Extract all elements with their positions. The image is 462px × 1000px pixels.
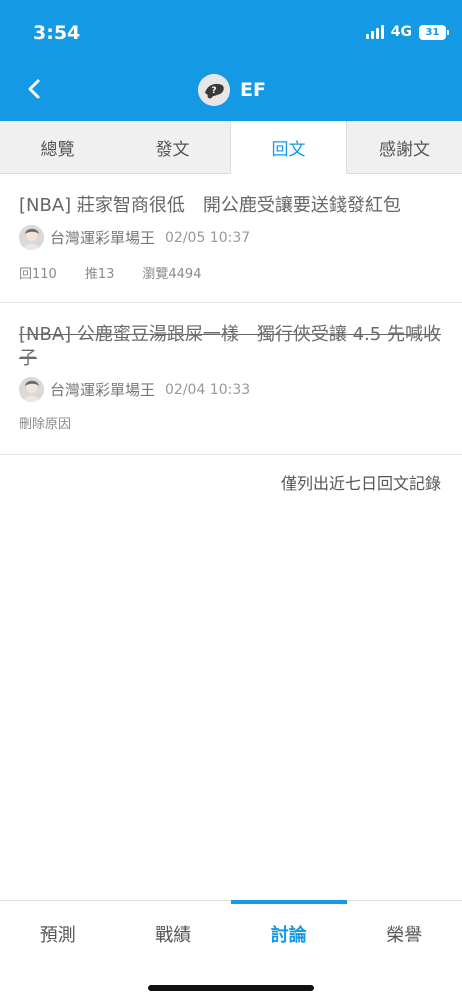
author-name[interactable]: 台灣運彩單場王 [50, 227, 155, 248]
back-button[interactable] [22, 76, 48, 102]
profile-tabs: 總覽 發文 回文 感謝文 [0, 121, 462, 174]
status-time: 3:54 [33, 22, 81, 44]
nav-honor[interactable]: 榮譽 [347, 901, 462, 967]
post-time: 02/04 10:33 [165, 381, 251, 398]
tab-replies[interactable]: 回文 [230, 121, 347, 174]
post-meta: 台灣運彩單場王 02/04 10:33 [19, 377, 250, 402]
app-header: 3:54 4G 31 ? EF [0, 0, 462, 121]
like-count: 推13 [84, 267, 115, 282]
view-count: 瀏覽4494 [142, 267, 202, 282]
post-time: 02/05 10:37 [165, 229, 251, 246]
battery-icon: 31 [419, 24, 449, 40]
nav-record[interactable]: 戰績 [116, 901, 232, 967]
battery-level: 31 [425, 26, 440, 38]
nav-discussion[interactable]: 討論 [231, 900, 347, 967]
network-type: 4G [390, 24, 412, 40]
user-avatar[interactable]: ? [198, 74, 230, 106]
home-indicator[interactable] [148, 985, 314, 991]
delete-reason-link[interactable]: 刪除原因 [19, 413, 71, 432]
signal-icon [365, 25, 384, 39]
post-title[interactable]: [NBA] 莊家智商很低 開公鹿受讓要送錢發紅包 [19, 194, 444, 218]
post-stats: 回110 推13 瀏覽4494 [19, 263, 201, 282]
post-meta: 台灣運彩單場王 02/05 10:37 [19, 225, 250, 250]
tab-thanks[interactable]: 感謝文 [347, 121, 462, 173]
author-avatar[interactable] [19, 225, 44, 250]
user-avatar-icon: ? [198, 74, 230, 106]
status-indicators: 4G 31 [365, 24, 449, 40]
user-name: EF [240, 79, 266, 101]
tab-posts[interactable]: 發文 [115, 121, 230, 173]
list-footnote: 僅列出近七日回文記錄 [280, 474, 441, 493]
reply-count: 回110 [19, 267, 57, 282]
nav-predict[interactable]: 預測 [0, 901, 116, 967]
author-name[interactable]: 台灣運彩單場王 [50, 379, 155, 400]
list-item[interactable]: [NBA] 莊家智商很低 開公鹿受讓要送錢發紅包 台灣運彩單場王 02/05 1… [0, 175, 462, 303]
author-avatar[interactable] [19, 377, 44, 402]
chevron-left-icon [28, 79, 40, 99]
list-item[interactable]: [NBA] 公鹿蜜豆湯跟屎一樣 獨行俠受讓 4.5 先喊收子 台灣運彩單場王 0… [0, 303, 462, 455]
author-avatar-icon [19, 377, 44, 402]
svg-text:?: ? [211, 86, 216, 96]
post-title[interactable]: [NBA] 公鹿蜜豆湯跟屎一樣 獨行俠受讓 4.5 先喊收子 [19, 323, 444, 371]
author-avatar-icon [19, 225, 44, 250]
bottom-nav: 預測 戰績 討論 榮譽 [0, 900, 462, 1000]
tab-overview[interactable]: 總覽 [0, 121, 115, 173]
